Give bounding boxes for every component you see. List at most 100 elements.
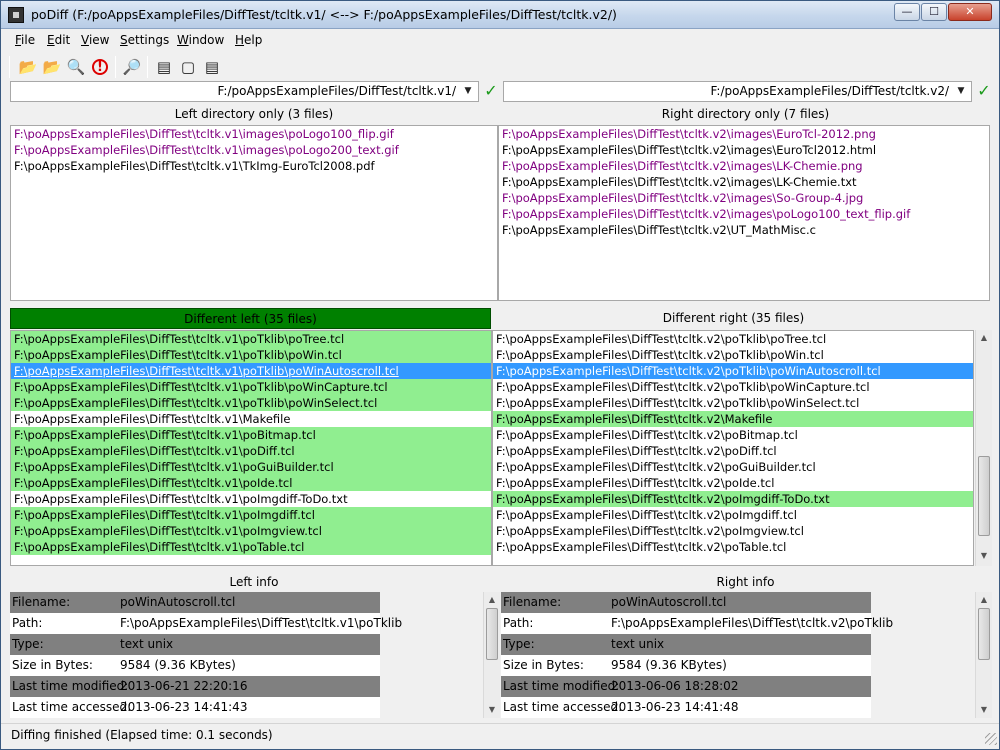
diff-right-row[interactable]: F:\poAppsExampleFiles\DiffTest\tcltk.v2\… (493, 379, 973, 395)
info-key: Filename: (12, 595, 71, 609)
diff-right-row[interactable]: F:\poAppsExampleFiles\DiffTest\tcltk.v2\… (493, 459, 973, 475)
right-only-row[interactable]: F:\poAppsExampleFiles\DiffTest\tcltk.v2\… (499, 222, 989, 238)
minimize-button[interactable]: — (894, 3, 920, 21)
menu-bar: File Edit View Settings Window Help (1, 30, 999, 52)
diff-left-row[interactable]: F:\poAppsExampleFiles\DiffTest\tcltk.v1\… (11, 379, 491, 395)
diff-vertical-scrollbar[interactable]: ▲ ▼ (975, 330, 992, 566)
scroll-thumb[interactable] (486, 608, 498, 660)
right-only-header: Right directory only (7 files) (661, 107, 830, 121)
diff-right-row[interactable]: F:\poAppsExampleFiles\DiffTest\tcltk.v2\… (493, 411, 973, 427)
diff-left-row[interactable]: F:\poAppsExampleFiles\DiffTest\tcltk.v1\… (11, 507, 491, 523)
right-only-list[interactable]: F:\poAppsExampleFiles\DiffTest\tcltk.v2\… (498, 125, 990, 301)
info-key: Size in Bytes: (12, 658, 93, 672)
info-row: Last time accessed: 2013-06-23 14:41:43 (10, 697, 380, 718)
right-only-row[interactable]: F:\poAppsExampleFiles\DiffTest\tcltk.v2\… (499, 206, 989, 222)
diff-left-list[interactable]: F:\poAppsExampleFiles\DiffTest\tcltk.v1\… (10, 330, 492, 566)
stop-icon[interactable]: ! (89, 56, 111, 78)
right-path-check-icon[interactable]: ✓ (975, 82, 993, 100)
diff-left-row[interactable]: F:\poAppsExampleFiles\DiffTest\tcltk.v1\… (11, 347, 491, 363)
diff-right-row[interactable]: F:\poAppsExampleFiles\DiffTest\tcltk.v2\… (493, 475, 973, 491)
search-icon[interactable]: 🔎 (121, 56, 143, 78)
left-path-combobox[interactable]: F:/poAppsExampleFiles/DiffTest/tcltk.v1/… (10, 81, 479, 102)
info-key: Last time modified: (12, 679, 129, 693)
diff-right-row[interactable]: F:\poAppsExampleFiles\DiffTest\tcltk.v2\… (493, 507, 973, 523)
diff-left-row[interactable]: F:\poAppsExampleFiles\DiffTest\tcltk.v1\… (11, 523, 491, 539)
close-button[interactable]: ✕ (948, 3, 992, 21)
diff-right-row[interactable]: F:\poAppsExampleFiles\DiffTest\tcltk.v2\… (493, 331, 973, 347)
diff-right-row[interactable]: F:\poAppsExampleFiles\DiffTest\tcltk.v2\… (493, 427, 973, 443)
status-bar: Diffing finished (Elapsed time: 0.1 seco… (1, 723, 999, 747)
right-info-scrollbar[interactable]: ▲ ▼ (975, 592, 992, 718)
info-value: F:\poAppsExampleFiles\DiffTest\tcltk.v2\… (611, 616, 894, 630)
diff-icon[interactable]: ▤ (153, 56, 175, 78)
toolbar: 📂 📂 🔍 ! 🔎 ▤ ▢ ▤ (9, 54, 999, 80)
right-only-row[interactable]: F:\poAppsExampleFiles\DiffTest\tcltk.v2\… (499, 158, 989, 174)
scroll-down-arrow[interactable]: ▼ (484, 702, 500, 718)
scroll-thumb[interactable] (978, 608, 990, 660)
diff-right-list[interactable]: F:\poAppsExampleFiles\DiffTest\tcltk.v2\… (492, 330, 974, 566)
right-only-row[interactable]: F:\poAppsExampleFiles\DiffTest\tcltk.v2\… (499, 126, 989, 142)
diff-right-row[interactable]: F:\poAppsExampleFiles\DiffTest\tcltk.v2\… (493, 491, 973, 507)
scroll-down-arrow[interactable]: ▼ (976, 702, 992, 718)
diff-right-row[interactable]: F:\poAppsExampleFiles\DiffTest\tcltk.v2\… (493, 443, 973, 459)
left-path-check-icon[interactable]: ✓ (482, 82, 500, 100)
left-only-row[interactable]: F:\poAppsExampleFiles\DiffTest\tcltk.v1\… (11, 158, 497, 174)
diff-left-row[interactable]: F:\poAppsExampleFiles\DiffTest\tcltk.v1\… (11, 459, 491, 475)
resize-grip-icon[interactable] (985, 733, 997, 745)
info-value: 9584 (9.36 KBytes) (611, 658, 727, 672)
info-key: Size in Bytes: (503, 658, 584, 672)
diff-left-row[interactable]: F:\poAppsExampleFiles\DiffTest\tcltk.v1\… (11, 331, 491, 347)
right-info-header: Right info (716, 575, 775, 589)
diff-left-row[interactable]: F:\poAppsExampleFiles\DiffTest\tcltk.v1\… (11, 475, 491, 491)
left-info-scrollbar[interactable]: ▲ ▼ (483, 592, 500, 718)
menu-settings[interactable]: Settings (120, 33, 169, 47)
diff-right-row[interactable]: F:\poAppsExampleFiles\DiffTest\tcltk.v2\… (493, 363, 973, 379)
scroll-up-arrow[interactable]: ▲ (976, 330, 992, 346)
scroll-thumb[interactable] (978, 456, 990, 536)
right-path-combobox[interactable]: F:/poAppsExampleFiles/DiffTest/tcltk.v2/… (503, 81, 972, 102)
maximize-button[interactable]: ☐ (921, 3, 947, 21)
diff-left-row[interactable]: F:\poAppsExampleFiles\DiffTest\tcltk.v1\… (11, 539, 491, 555)
preview-icon[interactable]: 🔍 (65, 56, 87, 78)
scroll-up-arrow[interactable]: ▲ (976, 592, 992, 608)
right-only-row[interactable]: F:\poAppsExampleFiles\DiffTest\tcltk.v2\… (499, 190, 989, 206)
chevron-down-icon[interactable]: ▼ (954, 82, 968, 101)
info-value: poWinAutoscroll.tcl (611, 595, 727, 609)
left-only-row[interactable]: F:\poAppsExampleFiles\DiffTest\tcltk.v1\… (11, 126, 497, 142)
diff-left-row[interactable]: F:\poAppsExampleFiles\DiffTest\tcltk.v1\… (11, 411, 491, 427)
scroll-down-arrow[interactable]: ▼ (976, 548, 992, 564)
diff-right-row[interactable]: F:\poAppsExampleFiles\DiffTest\tcltk.v2\… (493, 347, 973, 363)
menu-file[interactable]: File (15, 33, 35, 47)
info-key: Last time accessed: (503, 700, 623, 714)
diff-right-row[interactable]: F:\poAppsExampleFiles\DiffTest\tcltk.v2\… (493, 523, 973, 539)
info-key: Path: (12, 616, 43, 630)
chevron-down-icon[interactable]: ▼ (461, 82, 475, 101)
scroll-up-arrow[interactable]: ▲ (484, 592, 500, 608)
menu-edit[interactable]: Edit (47, 33, 70, 47)
menu-window[interactable]: Window (177, 33, 224, 47)
toolbar-separator (9, 56, 10, 78)
open-right-icon[interactable]: 📂 (41, 56, 63, 78)
diff-left-row[interactable]: F:\poAppsExampleFiles\DiffTest\tcltk.v1\… (11, 395, 491, 411)
info-row: Last time accessed: 2013-06-23 14:41:48 (501, 697, 871, 718)
diff-left-row[interactable]: F:\poAppsExampleFiles\DiffTest\tcltk.v1\… (11, 363, 491, 379)
right-only-row[interactable]: F:\poAppsExampleFiles\DiffTest\tcltk.v2\… (499, 142, 989, 158)
right-only-row[interactable]: F:\poAppsExampleFiles\DiffTest\tcltk.v2\… (499, 174, 989, 190)
left-only-row[interactable]: F:\poAppsExampleFiles\DiffTest\tcltk.v1\… (11, 142, 497, 158)
toolbar-separator (147, 56, 148, 78)
menu-view[interactable]: View (81, 33, 109, 47)
diff-left-row[interactable]: F:\poAppsExampleFiles\DiffTest\tcltk.v1\… (11, 443, 491, 459)
open-left-icon[interactable]: 📂 (17, 56, 39, 78)
app-icon (8, 7, 24, 23)
left-only-list[interactable]: F:\poAppsExampleFiles\DiffTest\tcltk.v1\… (10, 125, 498, 301)
diff-right-row[interactable]: F:\poAppsExampleFiles\DiffTest\tcltk.v2\… (493, 539, 973, 555)
title-bar[interactable]: poDiff (F:/poAppsExampleFiles/DiffTest/t… (1, 1, 999, 29)
file-text-icon[interactable]: ▤ (201, 56, 223, 78)
info-row: Path: F:\poAppsExampleFiles\DiffTest\tclt… (10, 613, 402, 634)
diff-right-row[interactable]: F:\poAppsExampleFiles\DiffTest\tcltk.v2\… (493, 395, 973, 411)
status-text: Diffing finished (Elapsed time: 0.1 seco… (11, 728, 273, 742)
menu-help[interactable]: Help (235, 33, 262, 47)
diff-left-row[interactable]: F:\poAppsExampleFiles\DiffTest\tcltk.v1\… (11, 427, 491, 443)
diff-left-row[interactable]: F:\poAppsExampleFiles\DiffTest\tcltk.v1\… (11, 491, 491, 507)
file-icon[interactable]: ▢ (177, 56, 199, 78)
